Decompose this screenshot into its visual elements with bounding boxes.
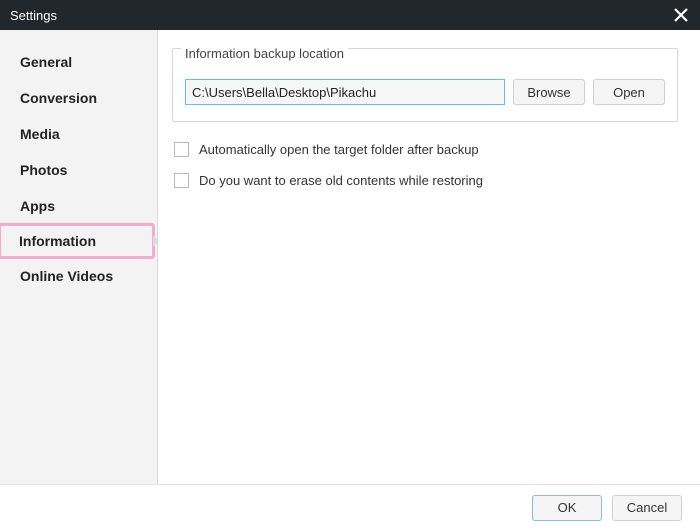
sidebar-item-label: Apps — [20, 198, 55, 214]
footer: OK Cancel — [0, 484, 700, 530]
titlebar: Settings — [0, 0, 700, 30]
body-area: General Conversion Media Photos Apps Inf… — [0, 30, 700, 484]
check-label: Do you want to erase old contents while … — [199, 173, 483, 188]
close-icon[interactable] — [672, 6, 690, 24]
sidebar-item-label: General — [20, 54, 72, 70]
open-button[interactable]: Open — [593, 79, 665, 105]
browse-button[interactable]: Browse — [513, 79, 585, 105]
sidebar-item-photos[interactable]: Photos — [0, 152, 157, 188]
check-row-auto-open: Automatically open the target folder aft… — [172, 142, 678, 157]
check-row-erase-old: Do you want to erase old contents while … — [172, 173, 678, 188]
sidebar-item-label: Information — [19, 233, 96, 249]
sidebar-item-label: Photos — [20, 162, 67, 178]
sidebar-item-label: Conversion — [20, 90, 97, 106]
auto-open-checkbox[interactable] — [174, 142, 189, 157]
main-panel: Information backup location Browse Open … — [158, 30, 700, 484]
sidebar-item-information[interactable]: Information — [0, 223, 155, 259]
cancel-button[interactable]: Cancel — [612, 495, 682, 521]
window-title: Settings — [10, 8, 57, 23]
path-row: Browse Open — [185, 79, 665, 105]
backup-path-input[interactable] — [185, 79, 505, 105]
sidebar: General Conversion Media Photos Apps Inf… — [0, 30, 158, 484]
sidebar-item-label: Online Videos — [20, 268, 113, 284]
sidebar-item-media[interactable]: Media — [0, 116, 157, 152]
sidebar-item-online-videos[interactable]: Online Videos — [0, 258, 157, 294]
sidebar-item-conversion[interactable]: Conversion — [0, 80, 157, 116]
backup-location-fieldset: Information backup location Browse Open — [172, 48, 678, 122]
ok-button[interactable]: OK — [532, 495, 602, 521]
sidebar-item-apps[interactable]: Apps — [0, 188, 157, 224]
erase-old-checkbox[interactable] — [174, 173, 189, 188]
fieldset-legend: Information backup location — [181, 46, 348, 61]
check-label: Automatically open the target folder aft… — [199, 142, 479, 157]
sidebar-item-label: Media — [20, 126, 60, 142]
sidebar-item-general[interactable]: General — [0, 44, 157, 80]
